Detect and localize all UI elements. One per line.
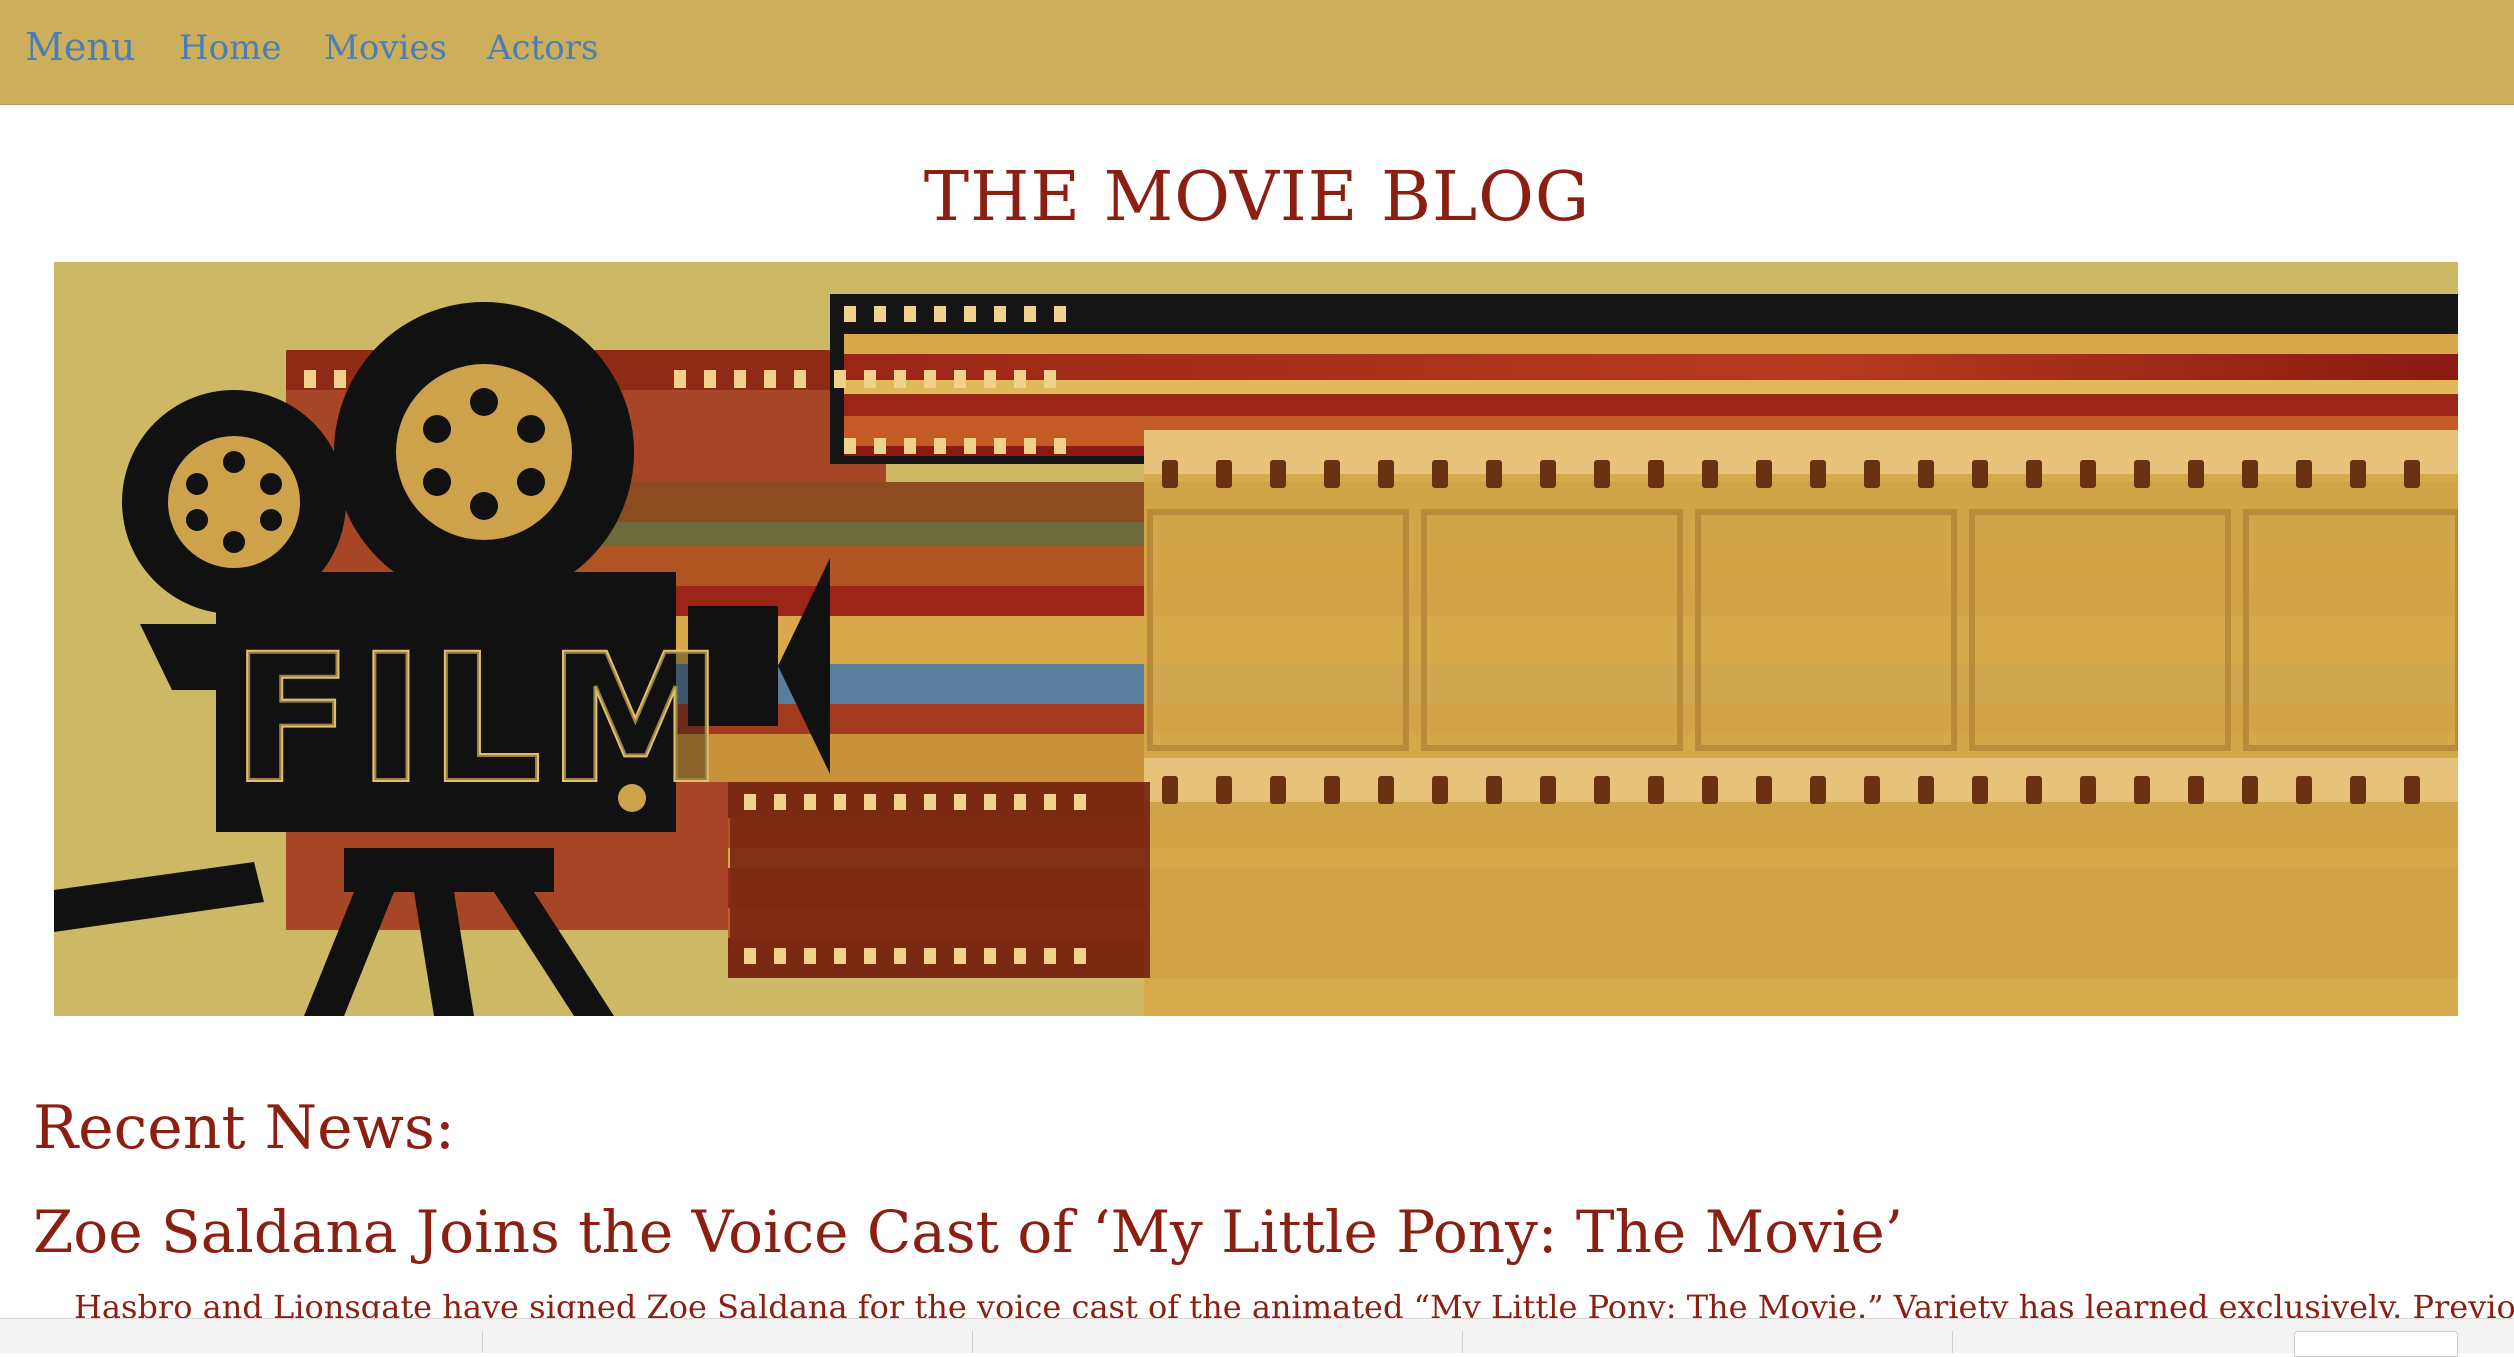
toolbar-button[interactable] xyxy=(2294,1331,2458,1357)
toolbar-divider xyxy=(482,1331,483,1353)
article-title-link[interactable]: Zoe Saldana Joins the Voice Cast of ‘My … xyxy=(33,1198,1903,1266)
toolbar-divider xyxy=(1952,1331,1953,1353)
site-title: THE MOVIE BLOG xyxy=(923,158,1591,237)
nav-link-movies[interactable]: Movies xyxy=(324,28,447,68)
nav-link-home[interactable]: Home xyxy=(179,28,281,68)
svg-text:FILM: FILM xyxy=(232,617,729,822)
toolbar-divider xyxy=(972,1331,973,1353)
bottom-toolbar xyxy=(0,1318,2514,1357)
toolbar-divider xyxy=(1462,1331,1463,1353)
nav-link-actors[interactable]: Actors xyxy=(487,28,598,68)
menu-button[interactable]: Menu xyxy=(25,25,135,69)
top-navbar: Menu Home Movies Actors xyxy=(0,0,2514,105)
recent-news-heading: Recent News: xyxy=(33,1093,455,1163)
header-banner-image: FILM FILM xyxy=(54,262,2458,1016)
